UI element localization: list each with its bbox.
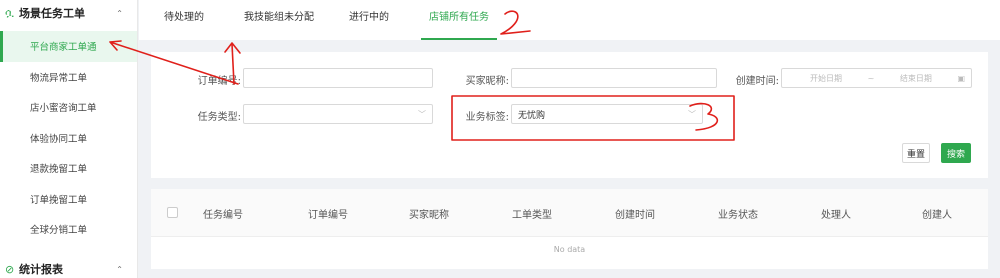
sidebar-group-label: 统计报表 xyxy=(19,263,63,276)
created-time-label: 创建时间: xyxy=(735,76,779,87)
table-header: 任务编号 订单编号 买家昵称 工单类型 创建时间 业务状态 处理人 创建人 xyxy=(151,189,988,237)
task-type-label: 任务类型: xyxy=(197,112,241,123)
sidebar-item-global-distribution[interactable]: 全球分销工单 xyxy=(0,214,137,245)
task-table: 任务编号 订单编号 买家昵称 工单类型 创建时间 业务状态 处理人 创建人 No… xyxy=(151,189,988,269)
column-header[interactable]: 买家昵称 xyxy=(409,206,449,221)
chevron-down-icon: ﹀ xyxy=(418,109,426,119)
sidebar-item-platform-merchant[interactable]: 平台商家工单通 xyxy=(0,31,137,62)
column-header[interactable]: 任务编号 xyxy=(203,206,243,221)
column-header[interactable]: 处理人 xyxy=(821,206,851,221)
chevron-down-icon: ﹀ xyxy=(688,109,696,119)
calendar-icon: ▣ xyxy=(957,73,965,83)
empty-state-text: No data xyxy=(553,245,586,254)
buyer-nick-input[interactable] xyxy=(511,68,717,88)
tab-unassigned[interactable]: 我技能组未分配 xyxy=(239,0,319,40)
column-header[interactable]: 创建人 xyxy=(922,206,952,221)
biz-tag-label: 业务标签: xyxy=(465,112,509,123)
tab-pending[interactable]: 待处理的 xyxy=(161,0,207,40)
sidebar-item-experience[interactable]: 体验协同工单 xyxy=(0,123,137,154)
chevron-up-icon: ⌃ xyxy=(116,8,123,18)
biz-tag-value: 无忧购 xyxy=(518,110,546,121)
biz-tag-select[interactable]: 无忧购 ﹀ xyxy=(511,104,703,124)
user-icon: ሷ xyxy=(5,6,14,19)
buyer-nick-label: 买家昵称: xyxy=(465,76,509,87)
order-no-input[interactable] xyxy=(243,68,433,88)
filter-panel: 订单编号: 买家昵称: 创建时间: 开始日期 ~ 结束日期 ▣ 任务类型: ﹀ … xyxy=(151,52,988,178)
tab-store-all-tasks[interactable]: 店铺所有任务 xyxy=(421,0,497,40)
end-date-placeholder: 结束日期 xyxy=(899,73,932,83)
sidebar-item-order-retain[interactable]: 订单挽留工单 xyxy=(0,184,137,215)
range-separator: ~ xyxy=(867,73,875,83)
column-header[interactable]: 创建时间 xyxy=(615,206,655,221)
column-header[interactable]: 业务状态 xyxy=(718,206,758,221)
start-date-placeholder: 开始日期 xyxy=(810,73,842,83)
sidebar-item-assistant-consult[interactable]: 店小蜜咨询工单 xyxy=(0,92,137,123)
select-all-checkbox[interactable] xyxy=(167,207,178,218)
sidebar: ሷ 场景任务工单 ⌃ 平台商家工单通 物流异常工单 店小蜜咨询工单 体验协同工单… xyxy=(0,0,138,278)
sidebar-item-refund-retain[interactable]: 退款挽留工单 xyxy=(0,153,137,184)
column-header[interactable]: 工单类型 xyxy=(512,206,552,221)
task-type-select[interactable]: ﹀ xyxy=(243,104,433,124)
sidebar-item-logistics[interactable]: 物流异常工单 xyxy=(0,62,137,93)
order-no-label: 订单编号: xyxy=(197,76,241,87)
compass-icon: ⊘ xyxy=(5,262,15,276)
date-range-picker[interactable]: 开始日期 ~ 结束日期 ▣ xyxy=(781,68,972,88)
column-header[interactable]: 订单编号 xyxy=(308,206,348,221)
sidebar-group-label: 场景任务工单 xyxy=(19,7,85,20)
sidebar-group-stats[interactable]: ⊘ 统计报表 ⌃ xyxy=(0,256,137,278)
search-button[interactable]: 搜索 xyxy=(941,143,971,163)
tab-in-progress[interactable]: 进行中的 xyxy=(345,0,393,40)
chevron-up-icon: ⌃ xyxy=(116,264,123,274)
reset-button[interactable]: 重置 xyxy=(902,143,930,163)
sidebar-group-task[interactable]: ሷ 场景任务工单 ⌃ xyxy=(0,0,137,26)
tab-bar: 待处理的 我技能组未分配 进行中的 店铺所有任务 xyxy=(139,0,1000,40)
